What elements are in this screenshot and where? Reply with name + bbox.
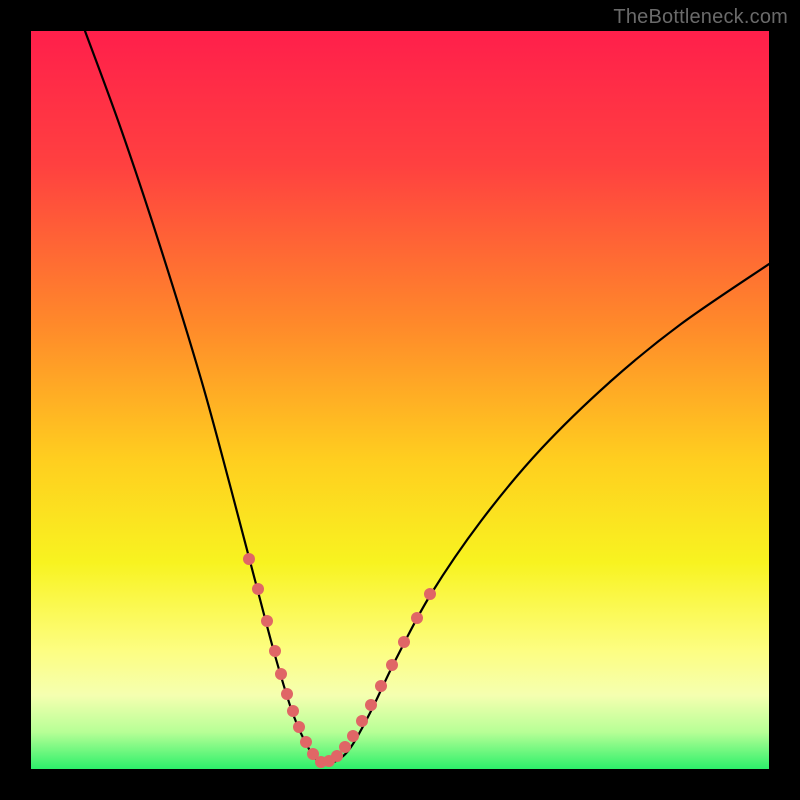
marker-dot — [365, 699, 377, 711]
marker-dot — [252, 583, 264, 595]
watermark-text: TheBottleneck.com — [613, 6, 788, 29]
marker-dot — [347, 730, 359, 742]
marker-dot — [331, 750, 343, 762]
marker-dot — [275, 668, 287, 680]
marker-dot — [300, 736, 312, 748]
plot-area — [31, 31, 769, 769]
curve-layer — [31, 31, 769, 769]
marker-dot — [398, 636, 410, 648]
marker-dot — [281, 688, 293, 700]
marker-dot — [386, 659, 398, 671]
marker-dot — [293, 721, 305, 733]
marker-dot — [411, 612, 423, 624]
marker-dot — [261, 615, 273, 627]
marker-dot — [356, 715, 368, 727]
highlight-markers — [243, 553, 436, 768]
marker-dot — [339, 741, 351, 753]
marker-dot — [424, 588, 436, 600]
bottleneck-curve — [85, 31, 769, 764]
marker-dot — [269, 645, 281, 657]
marker-dot — [243, 553, 255, 565]
marker-dot — [287, 705, 299, 717]
marker-dot — [375, 680, 387, 692]
chart-frame: TheBottleneck.com — [0, 0, 800, 800]
